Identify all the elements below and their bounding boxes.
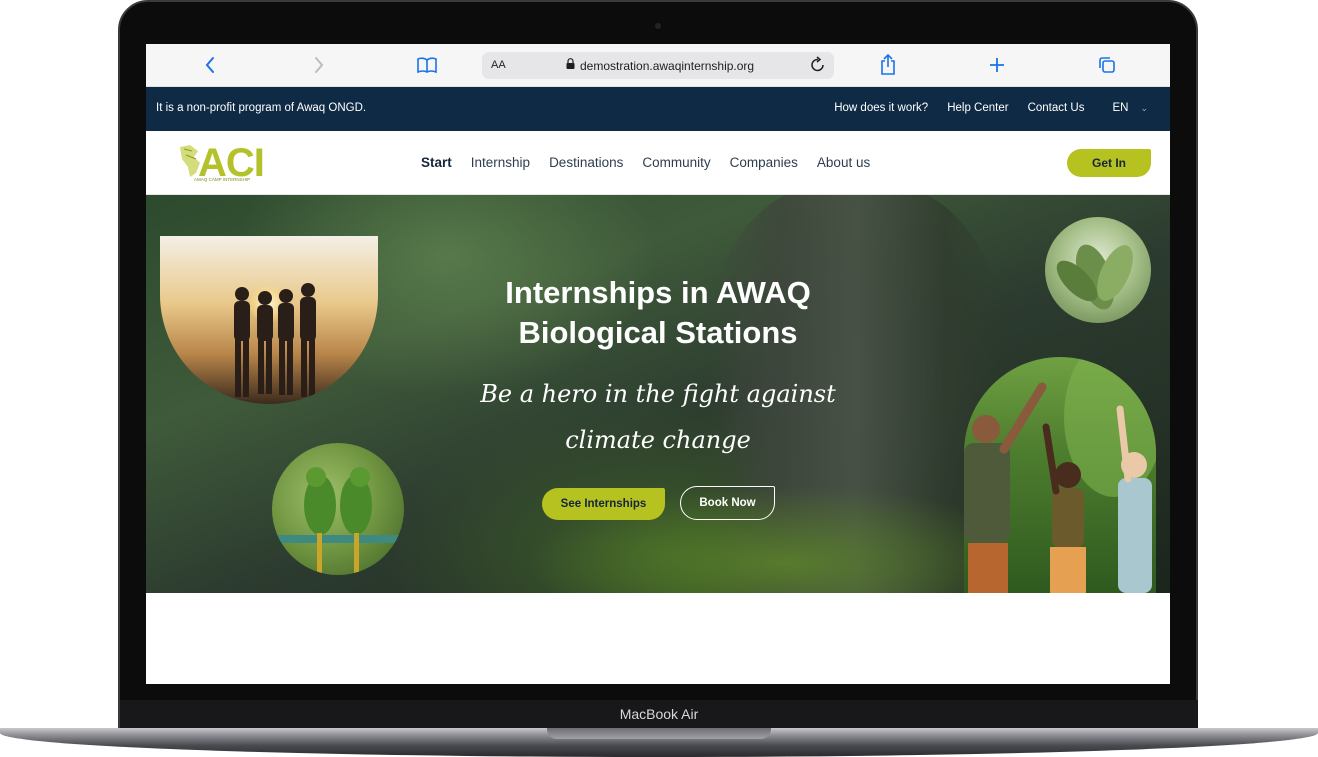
url-text: demostration.awaqinternship.org: [580, 59, 755, 73]
info-links: How does it work? Help Center Contact Us…: [834, 102, 1170, 114]
tabs-icon[interactable]: [1096, 52, 1118, 78]
see-internships-button[interactable]: See Internships: [542, 488, 665, 520]
link-contact-us[interactable]: Contact Us: [1028, 102, 1085, 114]
photo-people-celebrating: [964, 357, 1156, 593]
language-label: EN: [1112, 102, 1129, 114]
nav-item-companies[interactable]: Companies: [730, 155, 798, 170]
chevron-right-icon[interactable]: [309, 52, 329, 78]
browser-toolbar: AA demostration.awaqinternship.org: [146, 44, 1170, 87]
info-text: It is a non-profit program of Awaq ONGD.: [156, 102, 367, 114]
get-in-button[interactable]: Get In: [1067, 149, 1151, 177]
laptop-notch: [547, 728, 771, 739]
nav-item-start[interactable]: Start: [421, 155, 452, 170]
nav-item-destinations[interactable]: Destinations: [549, 155, 623, 170]
photo-leaves: [1045, 217, 1151, 323]
photo-parrots: [272, 443, 404, 575]
url-bar[interactable]: AA demostration.awaqinternship.org: [482, 52, 834, 79]
nav-menu: Start Internship Destinations Community …: [421, 155, 889, 170]
chevron-down-icon: ⌄: [1140, 102, 1148, 113]
hero-title: Internships in AWAQ Biological Stations: [505, 275, 811, 350]
logo-tagline: AWAQ CAMP INTERNSHIP: [194, 177, 251, 182]
lock-icon: [566, 58, 575, 69]
plus-icon[interactable]: [986, 52, 1008, 78]
language-selector[interactable]: EN ⌄: [1112, 102, 1148, 114]
reader-aa-button[interactable]: AA: [491, 59, 506, 71]
link-help-center[interactable]: Help Center: [947, 102, 1008, 114]
nav-item-about-us[interactable]: About us: [817, 155, 870, 170]
hero-subtitle: Be a hero in the fight against climate c…: [480, 380, 836, 454]
link-how-does-it-work[interactable]: How does it work?: [834, 102, 928, 114]
camera-icon: [655, 23, 661, 29]
share-icon[interactable]: [877, 52, 899, 78]
book-now-button[interactable]: Book Now: [680, 486, 775, 520]
device-model-label: MacBook Air: [619, 706, 699, 722]
photo-friends-sunset: [160, 236, 378, 404]
reload-icon[interactable]: [810, 55, 826, 78]
hero-section: Internships in AWAQ Biological Stations …: [146, 195, 1170, 593]
top-info-bar: It is a non-profit program of Awaq ONGD.…: [146, 87, 1170, 131]
book-icon[interactable]: [414, 52, 440, 78]
main-navbar: ACI AWAQ CAMP INTERNSHIP Start Internshi…: [146, 131, 1170, 195]
screen: AA demostration.awaqinternship.org It is…: [146, 44, 1170, 684]
site-logo[interactable]: ACI AWAQ CAMP INTERNSHIP: [178, 141, 265, 185]
chevron-left-icon[interactable]: [200, 52, 220, 78]
nav-item-community[interactable]: Community: [642, 155, 710, 170]
nav-item-internship[interactable]: Internship: [471, 155, 530, 170]
